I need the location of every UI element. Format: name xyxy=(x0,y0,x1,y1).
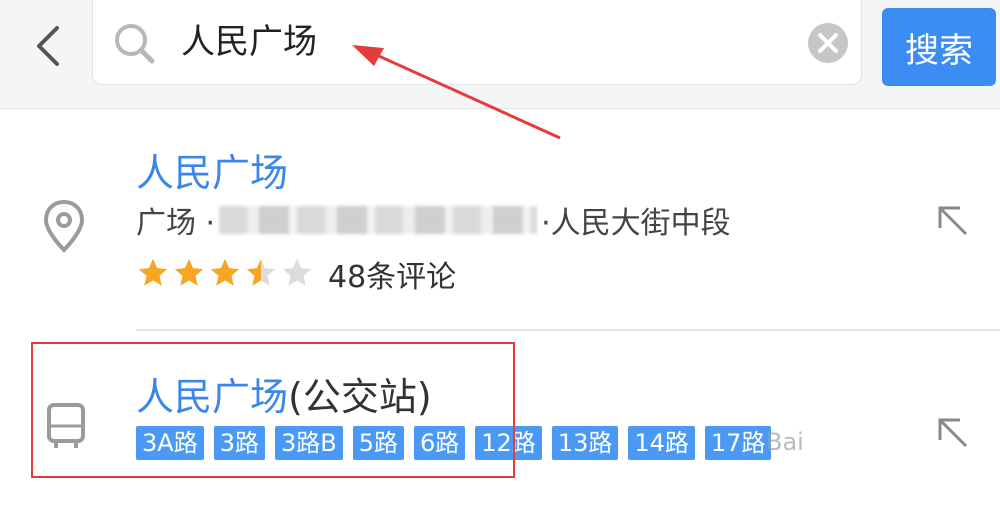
redacted-address xyxy=(219,206,538,234)
clear-icon[interactable] xyxy=(807,22,849,64)
back-button[interactable] xyxy=(26,18,70,74)
review-count: 48条评论 xyxy=(328,260,457,295)
location-pin-icon xyxy=(43,199,85,253)
search-query-text: 人民广场 xyxy=(181,22,317,62)
result-address-suffix: ·人民大街中段 xyxy=(541,206,731,241)
result-address: 广场 · ·人民大街中段 xyxy=(136,198,731,242)
navigate-arrow-icon[interactable] xyxy=(932,412,972,452)
search-input[interactable]: 人民广场 xyxy=(92,0,862,85)
star-full-icon xyxy=(210,258,240,286)
star-half-icon xyxy=(246,258,276,286)
back-arrow-icon xyxy=(37,26,59,66)
route-tag[interactable]: 14路 xyxy=(628,426,695,460)
result-title: 人民广场 xyxy=(136,151,289,195)
search-icon xyxy=(115,24,155,64)
route-tag[interactable]: 13路 xyxy=(551,426,619,460)
watermark: Bai xyxy=(766,428,804,456)
navigate-arrow-icon[interactable] xyxy=(932,200,972,240)
top-bar: 人民广场 搜索 xyxy=(0,0,1000,109)
rating-stars xyxy=(136,256,316,290)
result-item-place[interactable]: 人民广场 广场 · ·人民大街中段 48条评论 xyxy=(0,110,1000,330)
star-full-icon xyxy=(174,258,204,286)
annotation-highlight-box xyxy=(31,342,515,478)
result-category: 广场 · xyxy=(136,206,216,241)
star-empty-icon xyxy=(282,258,312,286)
divider xyxy=(136,329,1000,331)
star-full-icon xyxy=(138,258,168,286)
route-tag[interactable]: 17路 xyxy=(704,426,772,460)
search-button[interactable]: 搜索 xyxy=(882,8,996,86)
